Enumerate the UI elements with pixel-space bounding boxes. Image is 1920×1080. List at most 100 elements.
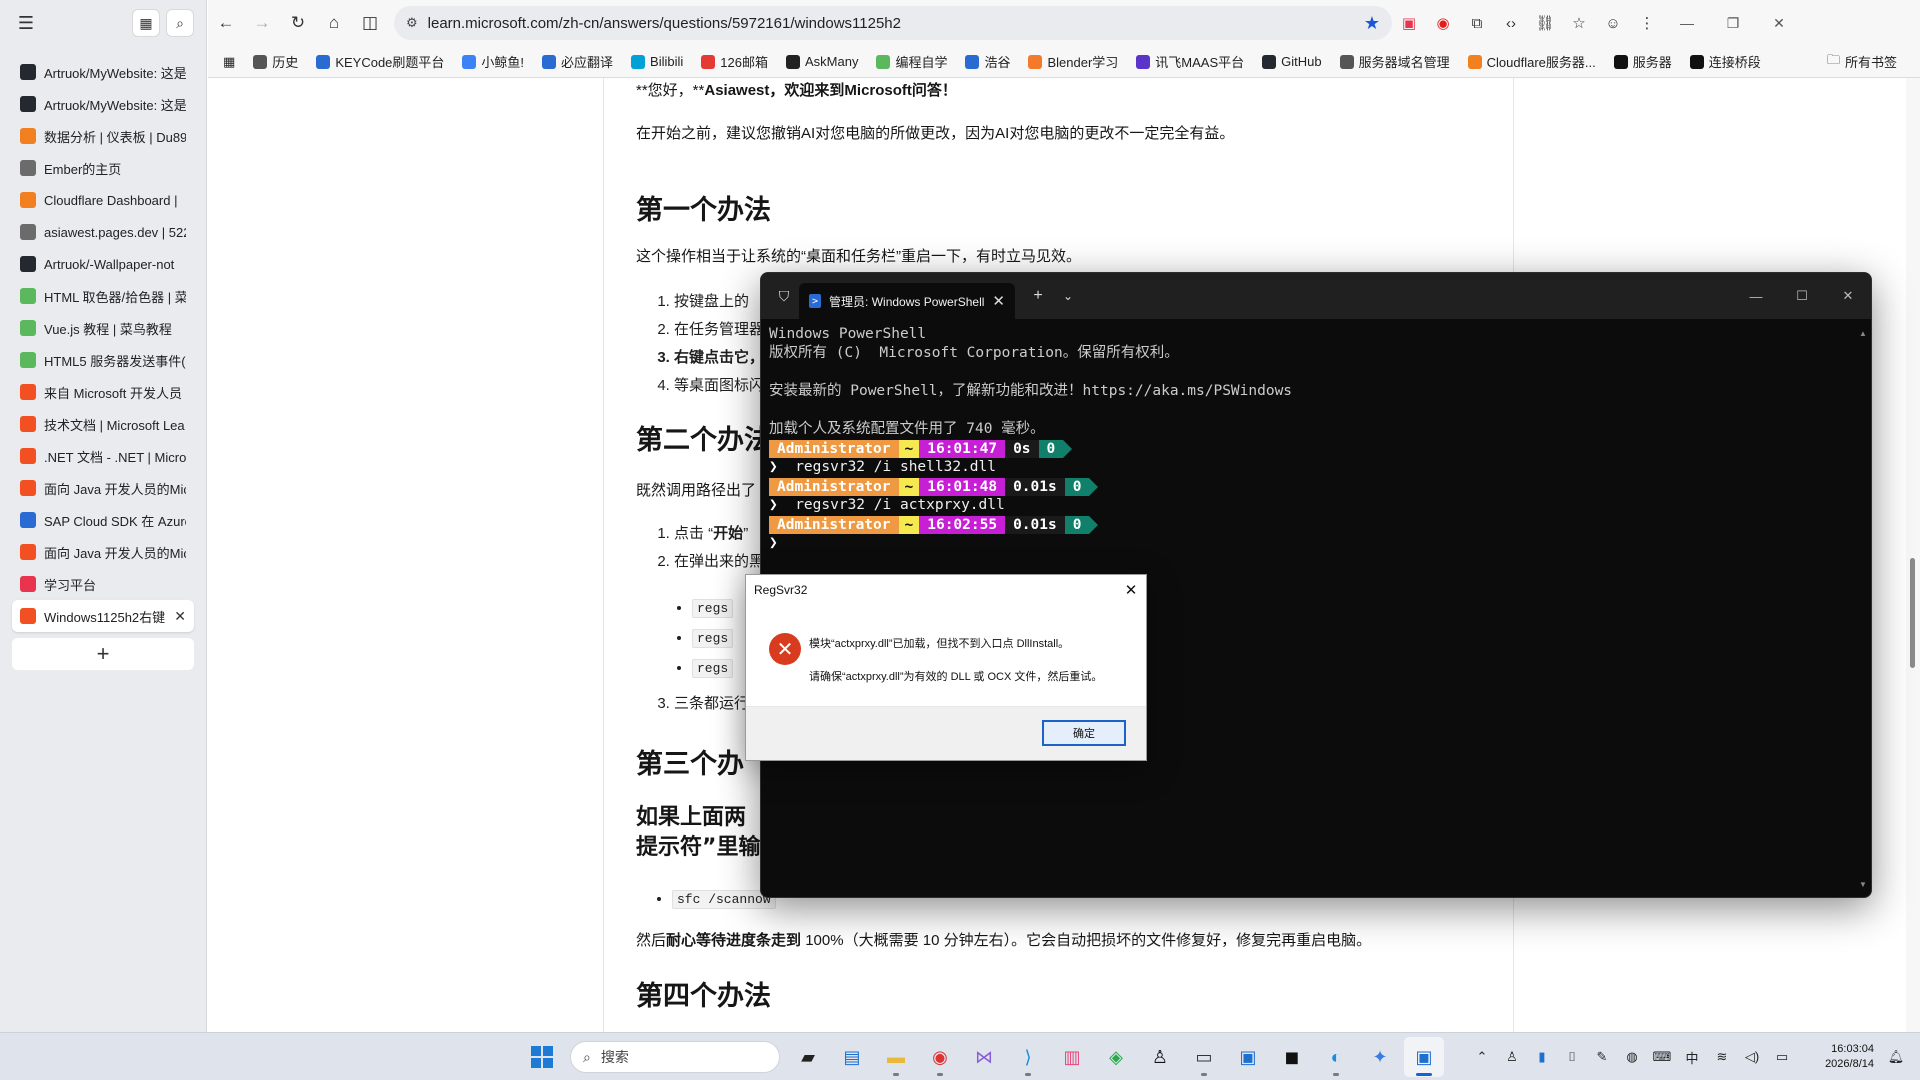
- extension-translate-icon[interactable]: ▣: [1392, 6, 1426, 40]
- apps-icon[interactable]: ▦: [214, 54, 244, 70]
- bookmark-item[interactable]: AskMany: [777, 54, 867, 69]
- bookmark-item[interactable]: Bilibili: [622, 54, 692, 69]
- sidebar-tab[interactable]: 技术文档 | Microsoft Lea: [12, 408, 194, 440]
- bookmark-item[interactable]: 编程自学: [867, 52, 956, 71]
- notification-bell-icon[interactable]: 🔔︎: [1882, 1043, 1910, 1071]
- sidebar-tab[interactable]: HTML5 服务器发送事件(S: [12, 344, 194, 376]
- bookmark-item[interactable]: 连接桥段: [1681, 52, 1770, 71]
- webstorm-icon[interactable]: ◼: [1272, 1037, 1312, 1077]
- sidebar-tab[interactable]: Artruok/MyWebsite: 这是: [12, 56, 194, 88]
- bookmark-item[interactable]: GitHub: [1253, 54, 1330, 69]
- tray-keyboard-icon[interactable]: ⌨: [1648, 1043, 1676, 1071]
- terminal-scrollbar[interactable]: ▲ ▼: [1857, 329, 1869, 889]
- sidebar-tab[interactable]: 来自 Microsoft 开发人员: [12, 376, 194, 408]
- edge-icon[interactable]: ◐: [1316, 1037, 1356, 1077]
- page-scrollbar-thumb[interactable]: [1910, 558, 1915, 668]
- forward-icon[interactable]: →: [244, 5, 280, 41]
- all-bookmarks-button[interactable]: 🗀 所有书签: [1818, 51, 1906, 73]
- more-menu-icon[interactable]: ⋮: [1630, 6, 1664, 40]
- sidebar-tab[interactable]: Windows1125h2右键 ✕: [12, 600, 194, 632]
- file-explorer-icon[interactable]: ▬: [876, 1037, 916, 1077]
- back-icon[interactable]: ←: [208, 5, 244, 41]
- close-tab-icon[interactable]: ✕: [174, 608, 186, 625]
- bookmark-item[interactable]: Cloudflare服务器...: [1459, 52, 1605, 71]
- sidebar-tab[interactable]: Artruok/MyWebsite: 这是: [12, 88, 194, 120]
- reload-icon[interactable]: ↻: [280, 5, 316, 41]
- bookmark-item[interactable]: 服务器域名管理: [1331, 52, 1459, 71]
- home-icon[interactable]: ⌂: [316, 5, 352, 41]
- link-icon[interactable]: ⛓: [1528, 6, 1562, 40]
- remote-desktop-icon[interactable]: ▣: [1228, 1037, 1268, 1077]
- sidebar-tab[interactable]: asiawest.pages.dev | 522: [12, 216, 194, 248]
- start-button[interactable]: [522, 1037, 562, 1077]
- sidebar-tab[interactable]: Artruok/-Wallpaper-not: [12, 248, 194, 280]
- split-view-icon[interactable]: ◫: [352, 5, 388, 41]
- code-snippet[interactable]: regs: [692, 629, 734, 648]
- devtools-icon[interactable]: ‹›: [1494, 6, 1528, 40]
- taskbar-search[interactable]: ⌕ 搜索: [570, 1041, 780, 1073]
- bookmark-item[interactable]: 浩谷: [956, 52, 1019, 71]
- bookmark-item[interactable]: 讯飞MAAS平台: [1127, 52, 1253, 71]
- tray-overflow-icon[interactable]: ⌃: [1468, 1043, 1496, 1071]
- tool-app-icon[interactable]: ✦: [1360, 1037, 1400, 1077]
- bookmark-star-icon[interactable]: ★: [1364, 13, 1380, 34]
- tray-usb-icon[interactable]: ⌷: [1558, 1043, 1586, 1071]
- address-bar[interactable]: ⚙ learn.microsoft.com/zh-cn/answers/ques…: [394, 6, 1392, 40]
- close-tab-icon[interactable]: ✕: [992, 292, 1005, 310]
- media-app-icon[interactable]: ▥: [1052, 1037, 1092, 1077]
- regsvr32-taskbar-icon[interactable]: ▣: [1404, 1037, 1444, 1077]
- terminal-taskbar-icon[interactable]: ▭: [1184, 1037, 1224, 1077]
- ime-indicator[interactable]: 中: [1678, 1043, 1706, 1071]
- extensions-icon[interactable]: ⧉: [1460, 6, 1494, 40]
- tray-security-icon[interactable]: ◍: [1618, 1043, 1646, 1071]
- widgets-icon[interactable]: ▤: [832, 1037, 872, 1077]
- wechat-dev-icon[interactable]: ◈: [1096, 1037, 1136, 1077]
- restore-icon[interactable]: ❐: [1710, 0, 1756, 46]
- bookmark-item[interactable]: Blender学习: [1019, 52, 1127, 71]
- terminal-output[interactable]: Windows PowerShell 版权所有 (C) Microsoft Cor…: [761, 319, 1871, 559]
- dropdown-icon[interactable]: ⌄: [1053, 281, 1083, 311]
- battery-icon[interactable]: ▭: [1768, 1043, 1796, 1071]
- close-window-icon[interactable]: ✕: [1756, 0, 1802, 46]
- scroll-up-icon[interactable]: ▲: [1859, 329, 1867, 338]
- url-text[interactable]: learn.microsoft.com/zh-cn/answers/questi…: [428, 15, 1354, 32]
- sidebar-tab[interactable]: HTML 取色器/拾色器 | 菜: [12, 280, 194, 312]
- sidebar-tab[interactable]: .NET 文档 - .NET | Micro: [12, 440, 194, 472]
- terminal-maximize-icon[interactable]: ☐: [1779, 273, 1825, 319]
- sidebar-tab[interactable]: Cloudflare Dashboard |: [12, 184, 194, 216]
- page-scrollbar[interactable]: [1906, 78, 1920, 1032]
- sidebar-tab[interactable]: 面向 Java 开发人员的Mic: [12, 472, 194, 504]
- code-snippet[interactable]: regs: [692, 599, 734, 618]
- tray-qq-icon[interactable]: ♙: [1498, 1043, 1526, 1071]
- workspaces-icon[interactable]: ▦: [132, 9, 160, 37]
- sidebar-tab[interactable]: Ember的主页: [12, 152, 194, 184]
- bookmark-item[interactable]: 126邮箱: [692, 52, 777, 71]
- new-tab-button[interactable]: +: [12, 638, 194, 670]
- favorites-icon[interactable]: ☆: [1562, 6, 1596, 40]
- tab-search-icon[interactable]: ⌕: [166, 9, 194, 37]
- site-info-icon[interactable]: ⚙: [406, 15, 418, 31]
- terminal-tab[interactable]: > 管理员: Windows PowerShell ✕: [799, 283, 1015, 319]
- ok-button[interactable]: 确定: [1042, 720, 1126, 746]
- wifi-icon[interactable]: ≋: [1708, 1043, 1736, 1071]
- chrome-icon[interactable]: ◉: [920, 1037, 960, 1077]
- sidebar-tab[interactable]: 学习平台: [12, 568, 194, 600]
- terminal-close-icon[interactable]: ✕: [1825, 273, 1871, 319]
- bookmark-item[interactable]: KEYCode刷题平台: [307, 52, 453, 71]
- visual-studio-icon[interactable]: ⋈: [964, 1037, 1004, 1077]
- dialog-close-icon[interactable]: ✕: [1116, 575, 1146, 605]
- vscode-icon[interactable]: ⟩: [1008, 1037, 1048, 1077]
- new-tab-icon[interactable]: +: [1023, 281, 1053, 311]
- scroll-down-icon[interactable]: ▼: [1859, 880, 1867, 889]
- bookmark-item[interactable]: 必应翻译: [533, 52, 622, 71]
- sidebar-tab[interactable]: SAP Cloud SDK 在 Azure: [12, 504, 194, 536]
- sidebar-collapse-icon[interactable]: ☰: [12, 9, 40, 37]
- sidebar-tab[interactable]: 面向 Java 开发人员的Mic: [12, 536, 194, 568]
- sidebar-tab[interactable]: Vue.js 教程 | 菜鸟教程: [12, 312, 194, 344]
- volume-icon[interactable]: ◁): [1738, 1043, 1766, 1071]
- bookmark-item[interactable]: 小鲸鱼!: [453, 52, 533, 71]
- task-view-icon[interactable]: ▰: [788, 1037, 828, 1077]
- bookmark-item[interactable]: 服务器: [1605, 52, 1681, 71]
- bookmark-item[interactable]: 历史: [244, 52, 307, 71]
- qq-icon[interactable]: ♙: [1140, 1037, 1180, 1077]
